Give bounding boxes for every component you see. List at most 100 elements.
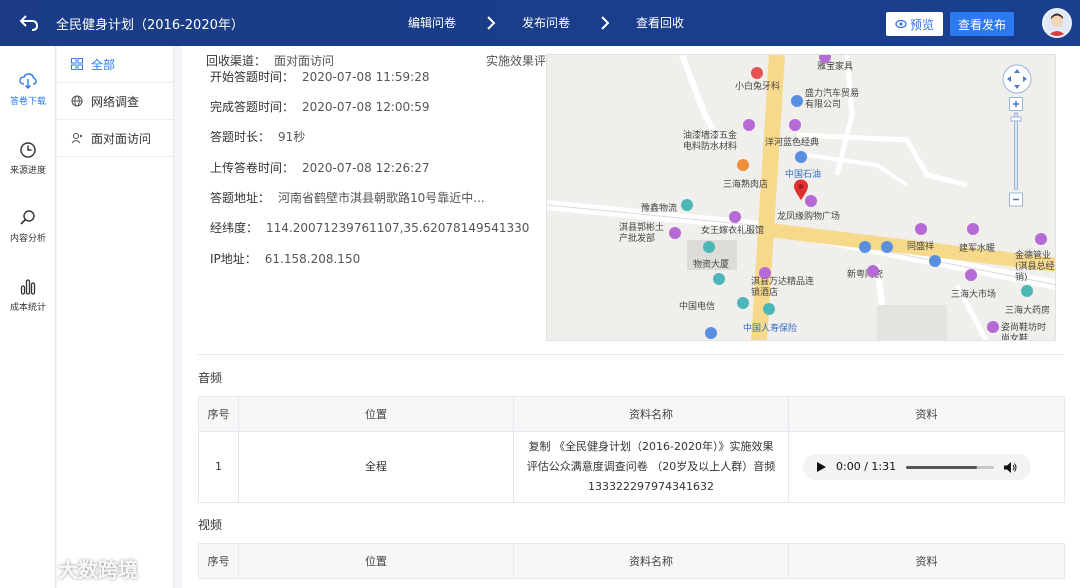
- map-label: 三海大药房: [1005, 306, 1051, 316]
- poi-marker: [751, 67, 763, 79]
- poi-marker: [859, 241, 871, 253]
- map-label: 中国电信: [679, 302, 716, 312]
- view-publish-button[interactable]: 查看发布: [950, 12, 1014, 36]
- top-bar: 全民健身计划（2016-2020年） 编辑问卷 发布问卷 查看回收 预览 查看发…: [0, 0, 1080, 46]
- map-label: 金德管业(淇县总经销): [1015, 251, 1055, 283]
- divider: [198, 354, 1064, 355]
- nav-label: 成本统计: [9, 303, 46, 313]
- poi-marker: [759, 267, 771, 279]
- poi-marker: [795, 151, 807, 163]
- poi-marker: [789, 119, 801, 131]
- preview-button[interactable]: 预览: [886, 12, 943, 36]
- map-label: 龙凤缘购物广场: [777, 212, 841, 222]
- info-ip: IP地址： 61.158.208.150: [210, 252, 361, 266]
- nav-label: 答卷下载: [9, 97, 46, 107]
- info-duration: 答题时长： 91秒: [210, 130, 306, 144]
- poi-marker: [737, 297, 749, 309]
- poi-marker: [713, 273, 725, 285]
- poi-marker: [737, 159, 749, 171]
- audio-time: 0:00 / 1:31: [836, 460, 897, 473]
- nav-label: 来源进度: [9, 166, 46, 176]
- chevron-right-icon: [601, 15, 610, 30]
- map-label: 同盛祥: [907, 242, 935, 252]
- map-label: 建军水暖: [959, 244, 996, 254]
- map-pan-control[interactable]: [1001, 63, 1033, 95]
- poi-marker: [763, 303, 775, 315]
- video-section-title: 视频: [198, 518, 223, 532]
- audio-section-title: 音频: [198, 371, 223, 385]
- chevron-right-icon: [487, 15, 496, 30]
- poi-marker: [705, 327, 717, 339]
- poi-marker: [743, 119, 755, 131]
- nav-content-analysis[interactable]: 内容分析: [0, 209, 56, 244]
- grid-icon: [71, 58, 83, 70]
- back-arrow-icon[interactable]: [18, 13, 40, 33]
- poi-marker: [791, 95, 803, 107]
- avatar[interactable]: [1042, 8, 1072, 38]
- globe-icon: [71, 95, 83, 107]
- nav-label: 内容分析: [9, 234, 46, 244]
- map-label: 物资大厦: [693, 260, 730, 270]
- col-header: 位置: [238, 396, 514, 432]
- step-view-results[interactable]: 查看回收: [636, 14, 684, 31]
- video-table: 序号 位置 资料名称 资料: [198, 543, 1065, 579]
- search-icon: [20, 210, 35, 225]
- audio-table: 序号 位置 资料名称 资料 1 全程 复制 《全民健身计划（2016-2020年…: [198, 396, 1065, 503]
- volume-icon[interactable]: [1004, 461, 1017, 473]
- play-icon[interactable]: [817, 462, 826, 472]
- poi-marker: [929, 255, 941, 267]
- map-label: 三海熟肉店: [723, 180, 769, 190]
- poi-marker: [915, 223, 927, 235]
- info-finish-time: 完成答题时间： 2020-07-08 12:00:59: [210, 100, 430, 114]
- subnav-web-survey[interactable]: 网络调查: [57, 83, 173, 120]
- nav-cost-stats[interactable]: 成本统计: [0, 278, 56, 313]
- left-nav: 答卷下载 来源进度 内容分析 成本统计: [0, 46, 56, 588]
- subnav-label: 全部: [91, 57, 116, 72]
- survey-title: 全民健身计划（2016-2020年）: [56, 18, 244, 33]
- subnav-face-to-face[interactable]: 面对面访问: [57, 120, 173, 157]
- location-pin-icon: [794, 179, 808, 200]
- poi-marker: [669, 227, 681, 239]
- map-label: 姿尚鞋坊时尚女鞋: [1001, 323, 1047, 341]
- subnav-all[interactable]: 全部: [57, 46, 173, 83]
- location-map[interactable]: 雅宝家具 小白兔牙科 盛力汽车贸易有限公司 油漆墙漆五金电料防水材料 洋河蓝色经…: [546, 54, 1056, 341]
- poi-marker: [729, 211, 741, 223]
- info-channel: 回收渠道： 面对面访问: [206, 54, 335, 68]
- table-header-row: 序号 位置 资料名称 资料: [198, 543, 1065, 579]
- step-publish[interactable]: 发布问卷: [522, 14, 570, 31]
- map-label: 中国人寿保险: [743, 324, 798, 334]
- poi-marker: [881, 241, 893, 253]
- info-coordinates: 经纬度： 114.20071239761107,35.62078149541330: [210, 221, 530, 235]
- map-label: 油漆墙漆五金电料防水材料: [683, 131, 738, 152]
- audio-progress-bar[interactable]: [906, 465, 995, 469]
- map-label: 淇县郭彬土产批发部: [619, 223, 665, 244]
- col-header: 资料: [788, 543, 1065, 579]
- map-zoom-control[interactable]: [1009, 97, 1023, 207]
- poi-marker: [987, 321, 999, 333]
- main-content: 回收渠道： 面对面访问 开始答题时间： 2020-07-08 11:59:28 完成…: [182, 46, 1080, 588]
- bar-chart-icon: [20, 279, 36, 295]
- col-header: 位置: [238, 543, 514, 579]
- watermark-logo-icon: [13, 558, 52, 579]
- cell-file-name: 复制 《全民健身计划（2016-2020年）》实施效果评估公众满意度调查问卷 （…: [513, 431, 789, 503]
- col-header: 资料: [788, 396, 1065, 432]
- subnav-label: 网络调查: [91, 94, 140, 109]
- audio-player[interactable]: 0:00 / 1:31: [803, 454, 1031, 480]
- map-label: 豫鑫物流: [641, 204, 678, 214]
- step-nav: 编辑问卷 发布问卷 查看回收: [408, 14, 684, 31]
- person-icon: [71, 132, 83, 144]
- cloud-download-icon: [19, 73, 37, 89]
- col-header: 序号: [198, 543, 239, 579]
- poi-marker: [681, 199, 693, 211]
- cell-position: 全程: [238, 431, 514, 503]
- table-header-row: 序号 位置 资料名称 资料: [198, 396, 1065, 432]
- clock-icon: [20, 142, 36, 158]
- step-edit[interactable]: 编辑问卷: [408, 14, 456, 31]
- map-label: 三海大市场: [951, 290, 997, 300]
- nav-source-progress[interactable]: 来源进度: [0, 141, 56, 176]
- map-label: 女王嫁衣礼服馆: [701, 226, 765, 236]
- nav-answer-download[interactable]: 答卷下载: [0, 72, 56, 107]
- poi-marker: [703, 241, 715, 253]
- eye-icon: [895, 19, 907, 29]
- watermark: 大数跨境: [12, 554, 138, 583]
